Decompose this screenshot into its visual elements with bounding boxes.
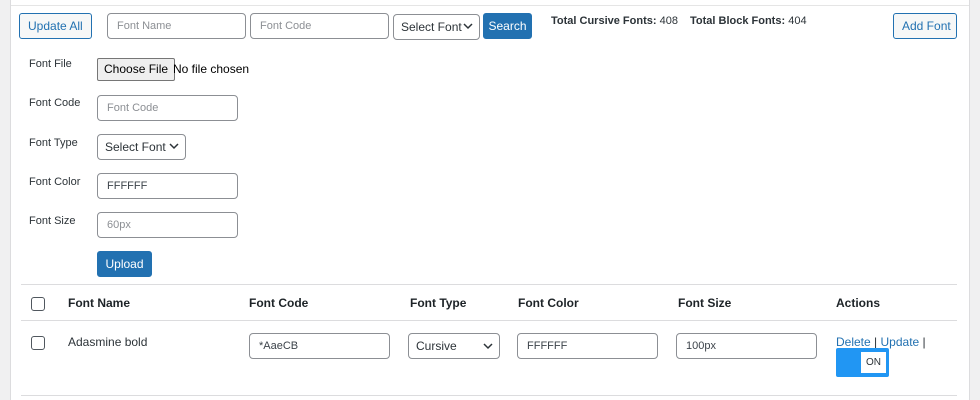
total-cursive-value: 408 — [659, 15, 678, 27]
font-type-select[interactable]: Select Font — [97, 134, 186, 160]
row-font-code-input[interactable]: *AaeCB — [249, 333, 390, 359]
font-file-label: Font File — [29, 58, 72, 70]
column-header-font-size: Font Size — [678, 296, 732, 310]
add-font-button[interactable]: Add Font — [893, 13, 957, 39]
total-cursive-label: Total Cursive Fonts: — [551, 15, 657, 27]
total-block-value: 404 — [788, 15, 807, 27]
upload-button[interactable]: Upload — [97, 251, 152, 277]
font-type-label: Font Type — [29, 137, 78, 149]
table-top-divider — [21, 284, 957, 285]
search-button[interactable]: Search — [483, 13, 532, 39]
font-color-input[interactable]: FFFFFF — [97, 173, 238, 199]
font-type-filter-select[interactable]: Select Font — [393, 14, 480, 40]
font-color-label: Font Color — [29, 176, 81, 188]
font-size-label: Font Size — [29, 215, 76, 227]
row-font-name: Adasmine bold — [68, 335, 148, 349]
update-all-button[interactable]: Update All — [19, 13, 92, 39]
total-cursive-stat: Total Cursive Fonts: 408 — [551, 15, 678, 27]
select-all-checkbox[interactable] — [31, 297, 45, 311]
file-status-text: No file chosen — [173, 62, 250, 76]
delete-link[interactable]: Delete — [836, 335, 871, 349]
update-link[interactable]: Update — [881, 335, 920, 349]
toggle-knob: ON — [861, 352, 886, 373]
column-header-actions: Actions — [836, 296, 881, 310]
row-font-type-select[interactable]: Cursive — [408, 333, 500, 359]
table-header-divider — [21, 320, 957, 321]
row-actions: Delete | Update | — [836, 335, 926, 349]
font-size-input[interactable]: 60px — [97, 212, 238, 238]
font-code-label: Font Code — [29, 97, 81, 109]
column-header-font-name: Font Name — [68, 296, 131, 310]
status-toggle[interactable]: ON — [836, 348, 889, 377]
action-separator: | — [922, 335, 926, 349]
font-code-input[interactable]: Font Code — [97, 95, 238, 121]
fonts-panel: Update All Font Name Font Code Select Fo… — [10, 0, 970, 400]
total-block-label: Total Block Fonts: — [690, 15, 786, 27]
chevron-down-icon — [169, 143, 179, 150]
total-block-stat: Total Block Fonts: 404 — [690, 15, 807, 27]
row-font-color-input[interactable]: FFFFFF — [517, 333, 658, 359]
font-name-search-input[interactable]: Font Name — [107, 13, 246, 39]
table-row-divider — [21, 395, 957, 396]
row-font-size-input[interactable]: 100px — [676, 333, 817, 359]
chevron-down-icon — [483, 343, 493, 350]
top-divider — [11, 5, 969, 6]
column-header-font-color: Font Color — [518, 296, 579, 310]
row-font-type-value: Cursive — [416, 339, 457, 353]
column-header-font-type: Font Type — [410, 296, 467, 310]
action-separator: | — [874, 335, 878, 349]
column-header-font-code: Font Code — [249, 296, 309, 310]
font-type-filter-value: Select Font — [401, 20, 462, 34]
chevron-down-icon — [463, 23, 473, 30]
choose-file-button[interactable]: Choose File — [97, 58, 176, 81]
row-select-checkbox[interactable] — [31, 336, 45, 350]
font-type-select-value: Select Font — [105, 140, 166, 154]
font-code-search-input[interactable]: Font Code — [250, 13, 389, 39]
